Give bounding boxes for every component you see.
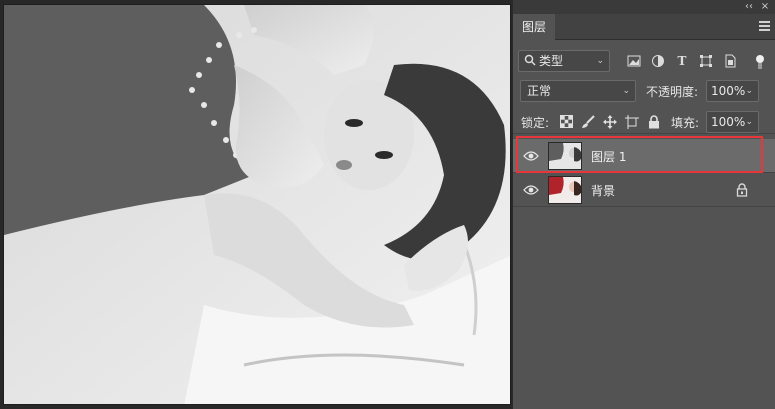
- opacity-label: 不透明度:: [646, 85, 699, 99]
- panel-menu-icon[interactable]: [759, 21, 770, 32]
- layers-list: 图层 1 背景: [513, 139, 775, 207]
- close-panel-icon[interactable]: ×: [759, 0, 771, 14]
- layer-row-layer1[interactable]: 图层 1: [513, 139, 775, 173]
- blend-mode-value: 正常: [527, 84, 552, 98]
- chevron-down-icon: ⌄: [622, 86, 630, 96]
- image-filter-icon[interactable]: [627, 54, 641, 68]
- chevron-down-icon: ⌄: [745, 117, 753, 127]
- lock-image-pixels-icon[interactable]: [581, 115, 595, 129]
- photoshop-workspace: ‹‹ × 图层 类型 ⌄ T 正常 ⌄ 不透明度: 100% ⌄ 锁定: 填充:…: [0, 0, 775, 409]
- lock-position-icon[interactable]: [603, 115, 617, 129]
- blend-mode-dropdown[interactable]: 正常 ⌄: [520, 80, 636, 102]
- opacity-value: 100%: [711, 84, 746, 98]
- blend-opacity-row: 正常 ⌄ 不透明度: 100% ⌄: [513, 80, 775, 104]
- search-icon: [524, 54, 536, 66]
- layer-name[interactable]: 背景: [591, 182, 615, 199]
- layer-thumbnail: [548, 176, 582, 204]
- tab-layers[interactable]: 图层: [513, 14, 556, 40]
- lock-all-icon[interactable]: [647, 115, 661, 129]
- panel-tabbar: 图层: [513, 14, 775, 40]
- fill-value: 100%: [711, 115, 746, 129]
- collapse-panel-icon[interactable]: ‹‹: [742, 0, 756, 14]
- shape-filter-icon[interactable]: [699, 54, 713, 68]
- filter-kind-dropdown[interactable]: 类型 ⌄: [518, 50, 610, 72]
- type-filter-icon[interactable]: T: [675, 54, 689, 68]
- opacity-field[interactable]: 100% ⌄: [706, 80, 759, 102]
- lock-fill-row: 锁定: 填充: 100% ⌄: [513, 110, 775, 134]
- eye-icon[interactable]: [523, 183, 539, 197]
- fill-field[interactable]: 100% ⌄: [706, 111, 759, 133]
- adjustment-filter-icon[interactable]: [651, 54, 665, 68]
- chevron-down-icon: ⌄: [596, 56, 604, 66]
- lock-transparent-pixels-icon[interactable]: [559, 115, 573, 129]
- eye-icon[interactable]: [523, 149, 539, 163]
- smart-object-filter-icon[interactable]: [723, 54, 737, 68]
- layer-name[interactable]: 图层 1: [591, 148, 626, 165]
- canvas-photo: [4, 5, 510, 404]
- lock-artboard-icon[interactable]: [625, 115, 639, 129]
- layers-panel: ‹‹ × 图层 类型 ⌄ T 正常 ⌄ 不透明度: 100% ⌄ 锁定: 填充:…: [512, 0, 775, 409]
- document-canvas[interactable]: [3, 4, 511, 405]
- layer-thumbnail: [548, 142, 582, 170]
- chevron-down-icon: ⌄: [745, 86, 753, 96]
- fill-label: 填充:: [671, 116, 700, 130]
- lock-label: 锁定:: [521, 116, 550, 130]
- filter-kind-label: 类型: [539, 54, 564, 68]
- lock-icon[interactable]: [736, 183, 748, 197]
- layer-row-background[interactable]: 背景: [513, 173, 775, 207]
- filter-toggle-icon[interactable]: [753, 54, 767, 69]
- panel-header-strip: ‹‹ ×: [513, 0, 775, 14]
- layer-filter-row: 类型 ⌄ T: [513, 50, 775, 74]
